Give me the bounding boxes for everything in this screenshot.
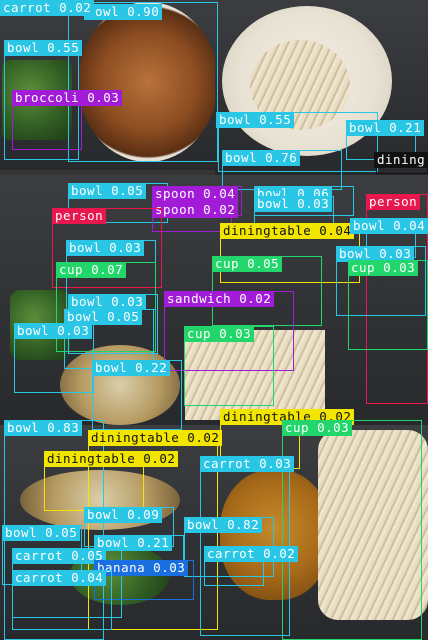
detection-label-bowl: bowl 0.21 bbox=[346, 120, 425, 136]
detection-scene: bowl 0.90 bowl 0.55 broccoli 0.03 bowl 0.55… bbox=[0, 0, 428, 640]
detection-label-cup: cup 0.03 bbox=[348, 260, 419, 276]
detection-label-bowl: bowl 0.83 bbox=[4, 420, 83, 436]
detection-label-dining: dining bbox=[374, 152, 428, 168]
detection-label-diningtable: diningtable 0.04 bbox=[220, 223, 355, 239]
detection-label-diningtable: diningtable 0.02 bbox=[88, 430, 223, 446]
detection-label-carrot: carrot 0.02 bbox=[0, 0, 95, 16]
detection-label-sandwich: sandwich 0.02 bbox=[164, 291, 275, 307]
detection-box-bowl bbox=[68, 2, 218, 162]
detection-label-bowl: bowl 0.03 bbox=[66, 240, 145, 256]
detection-label-bowl: bowl 0.05 bbox=[2, 525, 81, 541]
detection-label-bowl: bowl 0.22 bbox=[92, 360, 171, 376]
detection-label-bowl: bowl 0.82 bbox=[184, 517, 263, 533]
detection-label-bowl: bowl 0.90 bbox=[84, 4, 163, 20]
detection-label-person: person bbox=[366, 194, 421, 210]
detection-label-cup: cup 0.07 bbox=[56, 262, 127, 278]
detection-label-carrot: carrot 0.05 bbox=[12, 548, 107, 564]
detection-label-bowl: bowl 0.55 bbox=[216, 112, 295, 128]
detection-label-bowl: bowl 0.05 bbox=[68, 183, 147, 199]
detection-label-carrot: carrot 0.04 bbox=[12, 570, 107, 586]
detection-label-broccoli: broccoli 0.03 bbox=[12, 90, 123, 106]
detection-label-diningtable: diningtable 0.02 bbox=[44, 451, 179, 467]
detection-label-carrot: carrot 0.03 bbox=[200, 456, 295, 472]
detection-label-bowl: bowl 0.04 bbox=[350, 218, 428, 234]
detection-label-bowl: bowl 0.55 bbox=[4, 40, 83, 56]
detection-label-bowl: bowl 0.09 bbox=[84, 507, 163, 523]
detection-label-cup: cup 0.03 bbox=[184, 326, 255, 342]
detection-label-cup: cup 0.05 bbox=[212, 256, 283, 272]
detection-label-person: person bbox=[52, 208, 107, 224]
detection-label-carrot: carrot 0.02 bbox=[204, 546, 299, 562]
detection-label-bowl: bowl 0.03 bbox=[254, 196, 333, 212]
detection-label-bowl: bowl 0.03 bbox=[68, 294, 147, 310]
detection-label-spoon: spoon 0.04 bbox=[152, 186, 239, 202]
detection-label-cup: cup 0.03 bbox=[282, 420, 353, 436]
detection-box-cup bbox=[282, 420, 422, 640]
detection-label-spoon: spoon 0.02 bbox=[152, 202, 239, 218]
detection-label-bowl: bowl 0.76 bbox=[222, 150, 301, 166]
detection-label-bowl: bowl 0.03 bbox=[14, 323, 93, 339]
